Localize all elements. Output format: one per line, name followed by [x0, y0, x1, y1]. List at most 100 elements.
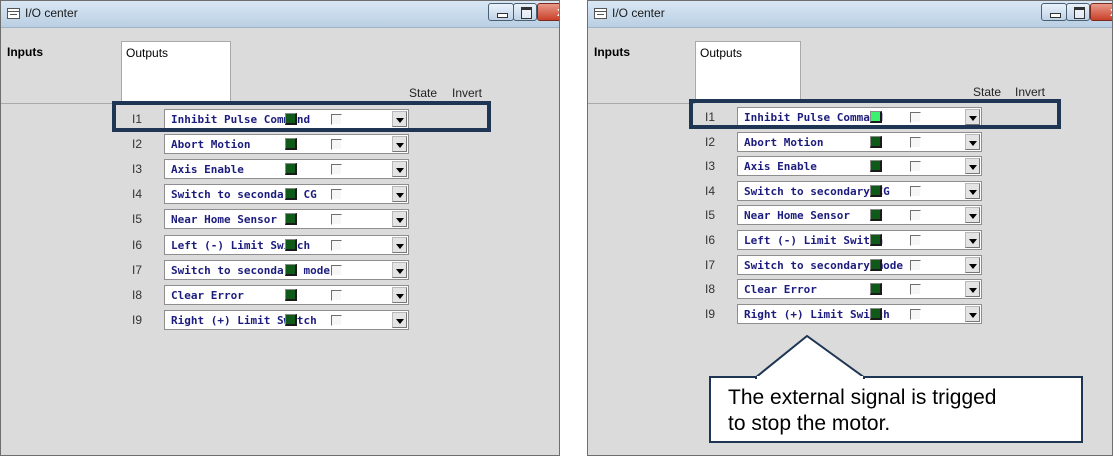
input-id-label: I5	[705, 208, 716, 222]
close-button[interactable]: x	[537, 3, 559, 21]
input-function-select[interactable]: Left (-) Limit Switch	[737, 230, 982, 250]
invert-checkbox[interactable]	[910, 210, 921, 221]
invert-checkbox[interactable]	[331, 189, 342, 200]
input-row: I3 Axis Enable	[132, 159, 482, 179]
callout-line-2: to stop the motor.	[728, 412, 891, 435]
invert-checkbox[interactable]	[331, 139, 342, 150]
input-id-label: I6	[705, 233, 716, 247]
window-icon	[7, 8, 20, 19]
invert-column-header: Invert	[452, 86, 483, 100]
tab-inputs[interactable]: Inputs	[4, 41, 111, 103]
state-indicator	[870, 185, 882, 197]
dropdown-arrow-icon[interactable]	[392, 186, 407, 202]
invert-checkbox[interactable]	[910, 309, 921, 320]
state-indicator	[285, 239, 297, 251]
dropdown-arrow-icon[interactable]	[392, 262, 407, 278]
close-button[interactable]: x	[1090, 3, 1112, 21]
input-function-value: Left (-) Limit Switch	[744, 234, 884, 247]
invert-checkbox[interactable]	[910, 161, 921, 172]
invert-checkbox[interactable]	[331, 265, 342, 276]
input-function-select[interactable]: Switch to secondary mode	[737, 255, 982, 275]
dropdown-arrow-icon[interactable]	[965, 232, 980, 248]
state-indicator	[870, 259, 882, 271]
input-function-value: Clear Error	[744, 283, 817, 296]
dropdown-arrow-icon[interactable]	[965, 207, 980, 223]
dropdown-arrow-icon[interactable]	[965, 306, 980, 322]
invert-checkbox[interactable]	[910, 260, 921, 271]
dropdown-arrow-icon[interactable]	[392, 161, 407, 177]
state-indicator	[870, 308, 882, 320]
state-indicator	[285, 289, 297, 301]
dropdown-arrow-icon[interactable]	[392, 287, 407, 303]
dropdown-arrow-icon[interactable]	[965, 183, 980, 199]
state-indicator	[285, 138, 297, 150]
invert-checkbox[interactable]	[910, 284, 921, 295]
minimize-button[interactable]	[488, 3, 514, 21]
dropdown-arrow-icon[interactable]	[965, 257, 980, 273]
invert-checkbox[interactable]	[910, 235, 921, 246]
maximize-button[interactable]	[1066, 3, 1090, 21]
tab-inputs[interactable]: Inputs	[591, 41, 698, 103]
input-id-label: I4	[132, 187, 143, 201]
invert-checkbox[interactable]	[331, 214, 342, 225]
input-function-select[interactable]: Right (+) Limit Switch	[737, 304, 982, 324]
maximize-button[interactable]	[513, 3, 537, 21]
state-indicator	[870, 136, 882, 148]
input-row: I5 Near Home Sensor	[132, 209, 482, 229]
input-row: I7 Switch to secondary mode	[132, 260, 482, 280]
input-id-label: I2	[132, 137, 143, 151]
minimize-icon	[1050, 13, 1061, 18]
dropdown-arrow-icon[interactable]	[965, 134, 980, 150]
window-title: I/O center	[25, 6, 78, 20]
input-function-value: Abort Motion	[171, 138, 251, 151]
input-function-select[interactable]: Near Home Sensor	[737, 205, 982, 225]
input-function-value: Axis Enable	[171, 163, 244, 176]
input-row: I4 Switch to secondary CG	[132, 184, 482, 204]
dropdown-arrow-icon[interactable]	[392, 211, 407, 227]
input-function-value: Left (-) Limit Switch	[171, 239, 311, 252]
input-id-label: I5	[132, 212, 143, 226]
input-row: I6 Left (-) Limit Switch	[132, 235, 482, 255]
input-function-select[interactable]: Clear Error	[737, 279, 982, 299]
dropdown-arrow-icon[interactable]	[392, 312, 407, 328]
input-function-value: Axis Enable	[744, 160, 817, 173]
state-indicator	[870, 209, 882, 221]
input-function-value: Right (+) Limit Switch	[171, 314, 317, 327]
tab-outputs[interactable]: Outputs	[121, 41, 231, 103]
input-function-value: Near Home Sensor	[171, 213, 277, 226]
input-function-select[interactable]: Switch to secondary CG	[737, 181, 982, 201]
close-icon: x	[557, 4, 559, 19]
title-bar[interactable]: I/O center x	[588, 1, 1112, 28]
dropdown-arrow-icon[interactable]	[965, 158, 980, 174]
input-id-label: I8	[132, 288, 143, 302]
window-body: Inputs Outputs State Invert I1 Inhibit Pu…	[1, 28, 559, 455]
tab-divider	[588, 103, 695, 104]
input-function-select[interactable]: Axis Enable	[737, 156, 982, 176]
input-function-value: Right (+) Limit Switch	[744, 308, 890, 321]
input-function-value: Switch to secondary mode	[744, 259, 903, 272]
input-row: I8 Clear Error	[132, 285, 482, 305]
title-bar[interactable]: I/O center x	[1, 1, 559, 28]
invert-checkbox[interactable]	[910, 137, 921, 148]
window-icon	[594, 8, 607, 19]
input-function-select[interactable]: Abort Motion	[737, 132, 982, 152]
dropdown-arrow-icon[interactable]	[392, 136, 407, 152]
invert-checkbox[interactable]	[331, 290, 342, 301]
invert-checkbox[interactable]	[331, 315, 342, 326]
tab-outputs[interactable]: Outputs	[695, 41, 801, 103]
dropdown-arrow-icon[interactable]	[965, 281, 980, 297]
dropdown-arrow-icon[interactable]	[392, 237, 407, 253]
minimize-icon	[497, 13, 508, 18]
minimize-button[interactable]	[1041, 3, 1067, 21]
invert-column-header: Invert	[1015, 85, 1046, 99]
callout-pointer	[755, 334, 865, 380]
callout-text: The external signal is trigged to stop t…	[728, 385, 996, 437]
invert-checkbox[interactable]	[331, 164, 342, 175]
callout-line-1: The external signal is trigged	[728, 386, 997, 409]
input-row: I2 Abort Motion	[132, 134, 482, 154]
invert-checkbox[interactable]	[331, 240, 342, 251]
invert-checkbox[interactable]	[910, 186, 921, 197]
input-row: I3 Axis Enable	[705, 156, 1047, 176]
io-center-window-before: I/O center x Inputs Outputs State Invert…	[0, 0, 560, 456]
input-function-value: Switch to secondary CG	[744, 185, 890, 198]
